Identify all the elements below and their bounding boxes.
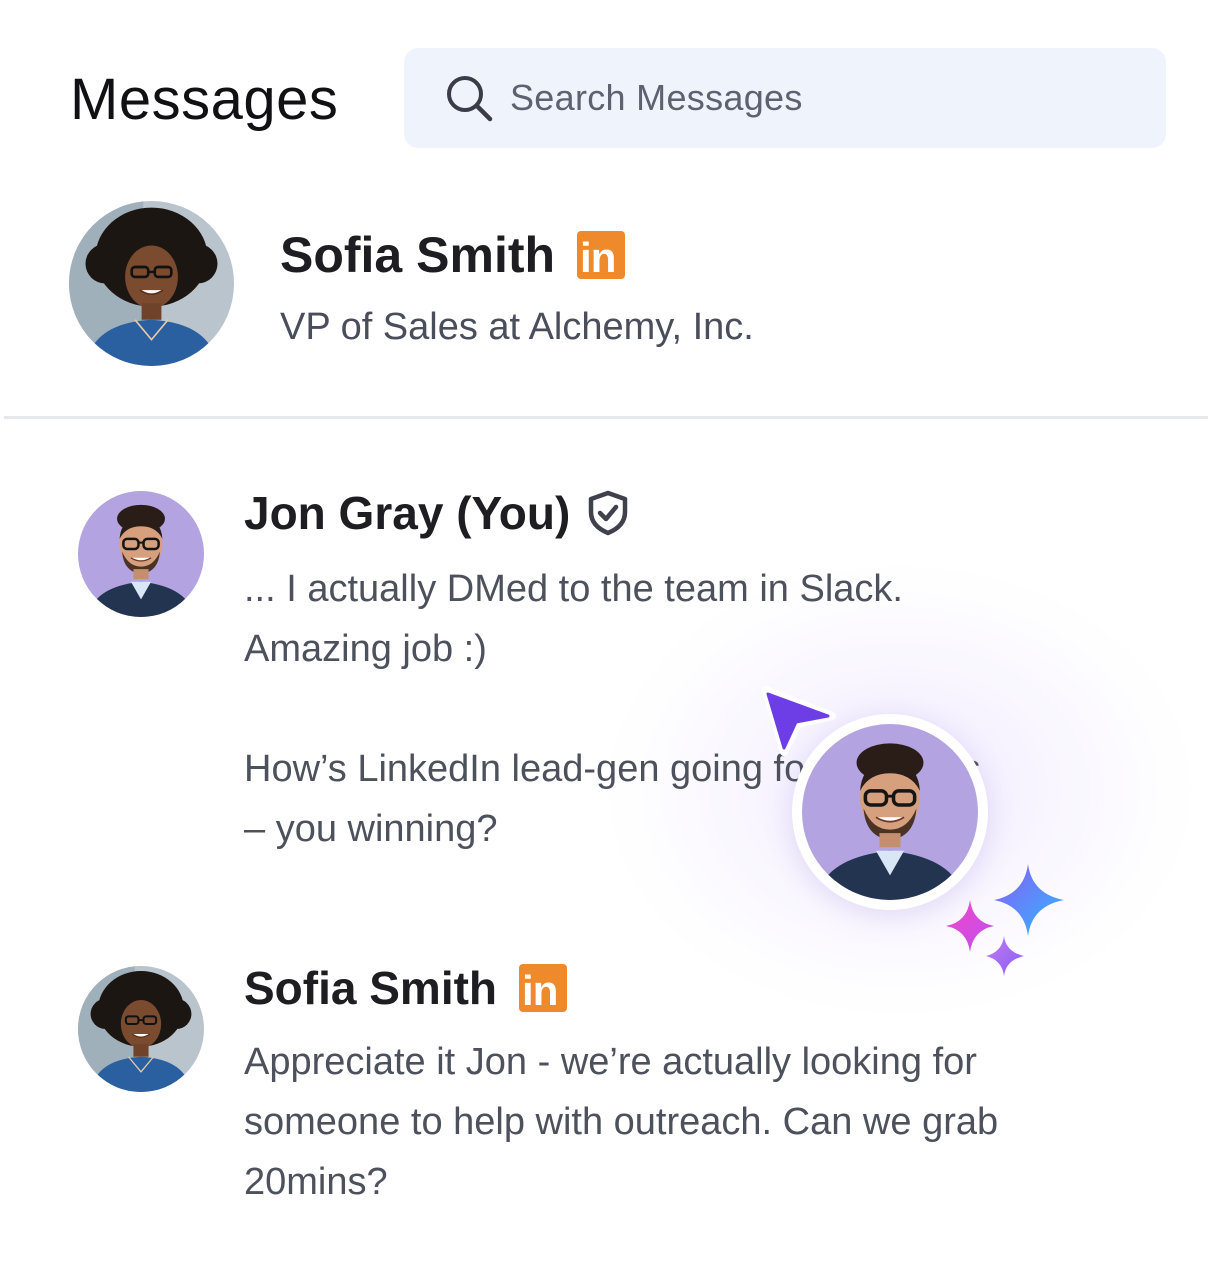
sparkles-icon [946,864,1064,976]
message-sender-row: Jon Gray (You) [244,486,630,540]
message-line: – you winning? [244,808,498,850]
page-title: Messages [70,67,339,132]
woman-portrait-image [78,966,204,1092]
message-line: someone to help with outreach. Can we gr… [244,1101,999,1143]
message-avatar-sofia[interactable] [78,966,204,1092]
message-sender-name[interactable]: Sofia Smith [244,961,497,1015]
contact-subtitle: VP of Sales at Alchemy, Inc. [280,306,754,348]
contact-avatar[interactable] [69,201,234,366]
search-input[interactable] [508,76,1112,120]
linkedin-icon: in [577,231,626,281]
linkedin-badge-text: in [580,234,616,281]
contact-name[interactable]: Sofia Smith [280,226,555,284]
message-body: Appreciate it Jon - we’re actually looki… [244,1032,1144,1212]
shield-check-icon [589,490,628,536]
woman-portrait-image [69,201,234,366]
message-avatar-jon[interactable] [78,491,204,617]
man-portrait-image [78,491,204,617]
message-body: ... I actually DMed to the team in Slack… [244,559,1144,859]
message-line-spacer [244,679,1144,739]
search-icon [447,76,493,122]
message-line: Appreciate it Jon - we’re actually looki… [244,1041,977,1083]
search-bar[interactable] [404,48,1166,148]
message-line: Amazing job :) [244,628,487,670]
header-divider [4,416,1208,419]
message-line: 20mins? [244,1161,388,1203]
linkedin-icon: in [519,964,568,1014]
message-sender-row: Sofia Smith in [244,961,568,1015]
message-line: How’s LinkedIn lead-gen going for you gu… [244,748,981,790]
message-line: ... I actually DMed to the team in Slack… [244,568,903,610]
linkedin-badge-text: in [522,967,558,1014]
message-sender-name[interactable]: Jon Gray (You) [244,486,570,540]
contact-name-row: Sofia Smith in [280,226,626,284]
